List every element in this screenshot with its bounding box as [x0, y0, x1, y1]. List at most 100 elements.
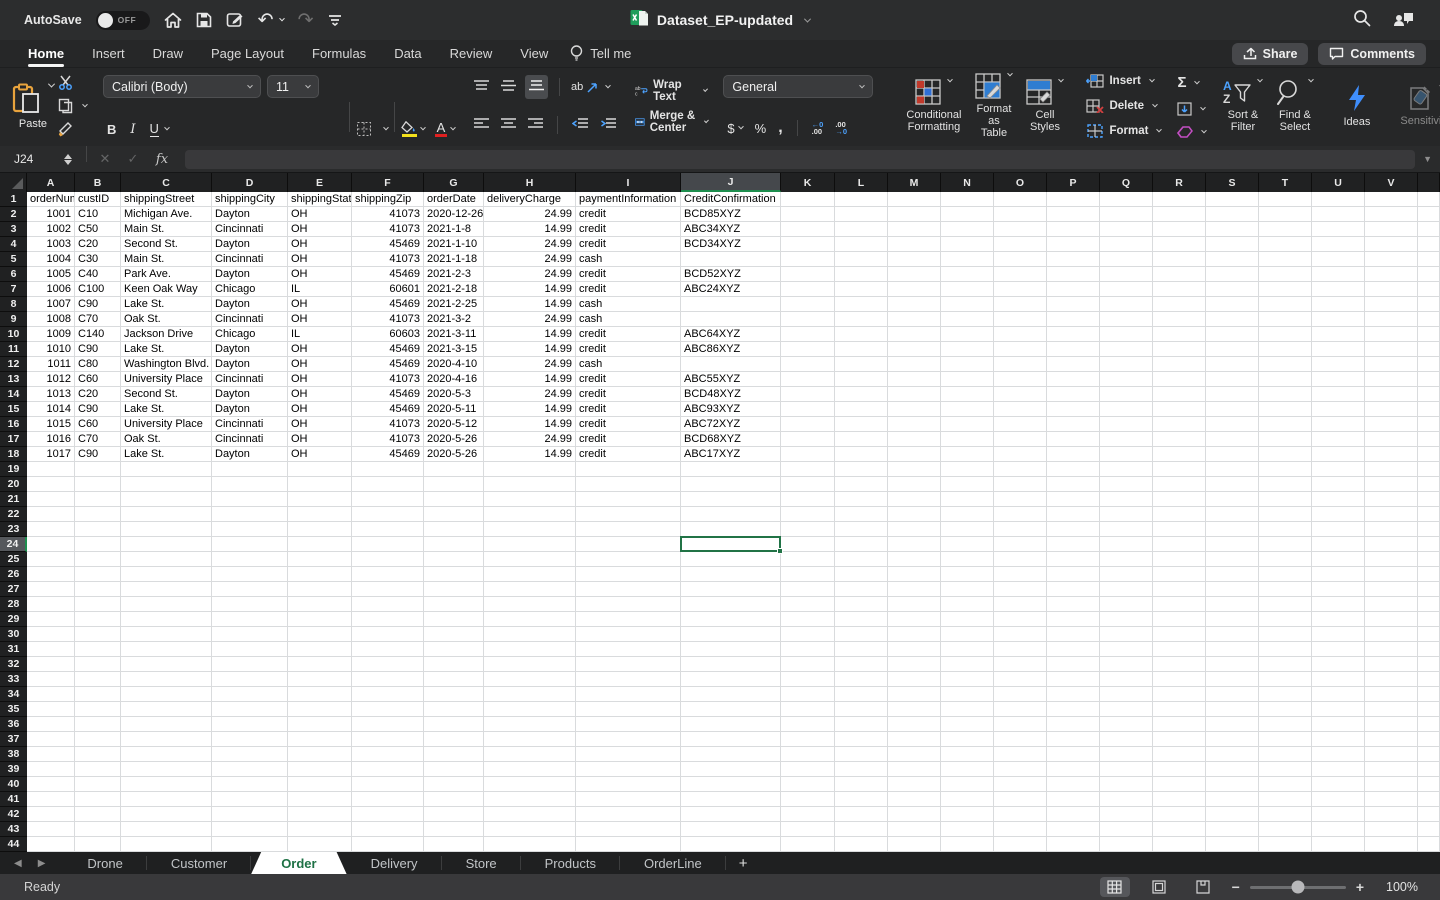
cell-K28[interactable]	[781, 597, 835, 612]
cell-K22[interactable]	[781, 507, 835, 522]
row-header-12[interactable]: 12	[0, 357, 27, 372]
cell-V35[interactable]	[1365, 702, 1418, 717]
cell-H33[interactable]	[484, 672, 576, 687]
cell-N6[interactable]	[941, 267, 994, 282]
cell-S2[interactable]	[1206, 207, 1259, 222]
cell-V14[interactable]	[1365, 387, 1418, 402]
cell-E30[interactable]	[288, 627, 352, 642]
cell-A18[interactable]: 1017	[27, 447, 75, 462]
cell-L4[interactable]	[835, 237, 888, 252]
cell-H39[interactable]	[484, 762, 576, 777]
cell-V44[interactable]	[1365, 837, 1418, 852]
cell-R27[interactable]	[1153, 582, 1206, 597]
cell-J4[interactable]: BCD34XYZ	[681, 237, 781, 252]
cell-A33[interactable]	[27, 672, 75, 687]
cell-M42[interactable]	[888, 807, 941, 822]
cell-J5[interactable]	[681, 252, 781, 267]
sheet-tab-store[interactable]: Store	[442, 852, 521, 874]
cell-V2[interactable]	[1365, 207, 1418, 222]
cell-O27[interactable]	[994, 582, 1047, 597]
cell-I28[interactable]	[576, 597, 681, 612]
cell-T6[interactable]	[1259, 267, 1312, 282]
cell-T13[interactable]	[1259, 372, 1312, 387]
row-header-43[interactable]: 43	[0, 822, 27, 837]
cell-K42[interactable]	[781, 807, 835, 822]
select-all-corner[interactable]	[0, 173, 27, 192]
cell-Q21[interactable]	[1100, 492, 1153, 507]
cell-V3[interactable]	[1365, 222, 1418, 237]
column-header-partial[interactable]	[1418, 173, 1440, 192]
cell-N29[interactable]	[941, 612, 994, 627]
cell-O11[interactable]	[994, 342, 1047, 357]
cell-N28[interactable]	[941, 597, 994, 612]
cell-O6[interactable]	[994, 267, 1047, 282]
share-profile-icon[interactable]	[1393, 9, 1414, 32]
row-header-17[interactable]: 17	[0, 432, 27, 447]
cell-M16[interactable]	[888, 417, 941, 432]
cell-O42[interactable]	[994, 807, 1047, 822]
cell-E2[interactable]: OH	[288, 207, 352, 222]
cell-V8[interactable]	[1365, 297, 1418, 312]
cell-F3[interactable]: 41073	[352, 222, 424, 237]
cell-R6[interactable]	[1153, 267, 1206, 282]
search-icon[interactable]	[1353, 9, 1371, 32]
format-painter-button[interactable]	[58, 122, 87, 137]
cell-x37[interactable]	[1418, 732, 1440, 747]
column-header-H[interactable]: H	[484, 173, 576, 192]
cell-x26[interactable]	[1418, 567, 1440, 582]
cell-D3[interactable]: Cincinnati	[212, 222, 288, 237]
row-header-44[interactable]: 44	[0, 837, 27, 852]
cell-G20[interactable]	[424, 477, 484, 492]
cell-R38[interactable]	[1153, 747, 1206, 762]
cell-H15[interactable]: 14.99	[484, 402, 576, 417]
sort-filter-button[interactable]: AZ Sort & Filter	[1216, 76, 1269, 133]
cell-V11[interactable]	[1365, 342, 1418, 357]
cell-I7[interactable]: credit	[576, 282, 681, 297]
cell-A39[interactable]	[27, 762, 75, 777]
cell-U41[interactable]	[1312, 792, 1365, 807]
cell-C4[interactable]: Second St.	[121, 237, 212, 252]
row-header-26[interactable]: 26	[0, 567, 27, 582]
cell-B4[interactable]: C20	[75, 237, 121, 252]
row-header-4[interactable]: 4	[0, 237, 27, 252]
cell-L33[interactable]	[835, 672, 888, 687]
cell-H10[interactable]: 14.99	[484, 327, 576, 342]
cell-F9[interactable]: 41073	[352, 312, 424, 327]
cell-F15[interactable]: 45469	[352, 402, 424, 417]
cell-P40[interactable]	[1047, 777, 1100, 792]
cell-E38[interactable]	[288, 747, 352, 762]
cell-N23[interactable]	[941, 522, 994, 537]
cell-M38[interactable]	[888, 747, 941, 762]
cell-T18[interactable]	[1259, 447, 1312, 462]
cell-x31[interactable]	[1418, 642, 1440, 657]
cell-F24[interactable]	[352, 537, 424, 552]
cell-L34[interactable]	[835, 687, 888, 702]
cell-M39[interactable]	[888, 762, 941, 777]
cell-O12[interactable]	[994, 357, 1047, 372]
cell-J17[interactable]: BCD68XYZ	[681, 432, 781, 447]
cell-E19[interactable]	[288, 462, 352, 477]
cell-E9[interactable]: OH	[288, 312, 352, 327]
cell-E12[interactable]: OH	[288, 357, 352, 372]
cell-D28[interactable]	[212, 597, 288, 612]
column-header-I[interactable]: I	[576, 173, 681, 192]
cell-L10[interactable]	[835, 327, 888, 342]
cell-P17[interactable]	[1047, 432, 1100, 447]
cell-T38[interactable]	[1259, 747, 1312, 762]
cell-C11[interactable]: Lake St.	[121, 342, 212, 357]
cell-V42[interactable]	[1365, 807, 1418, 822]
cell-I33[interactable]	[576, 672, 681, 687]
quick-access-menu-icon[interactable]	[328, 14, 342, 26]
cell-J28[interactable]	[681, 597, 781, 612]
row-header-33[interactable]: 33	[0, 672, 27, 687]
cell-S40[interactable]	[1206, 777, 1259, 792]
cell-F41[interactable]	[352, 792, 424, 807]
cell-S33[interactable]	[1206, 672, 1259, 687]
cell-D8[interactable]: Dayton	[212, 297, 288, 312]
cell-S9[interactable]	[1206, 312, 1259, 327]
cell-S3[interactable]	[1206, 222, 1259, 237]
tab-home[interactable]: Home	[14, 40, 78, 68]
cell-G26[interactable]	[424, 567, 484, 582]
cell-I17[interactable]: credit	[576, 432, 681, 447]
cell-I10[interactable]: credit	[576, 327, 681, 342]
